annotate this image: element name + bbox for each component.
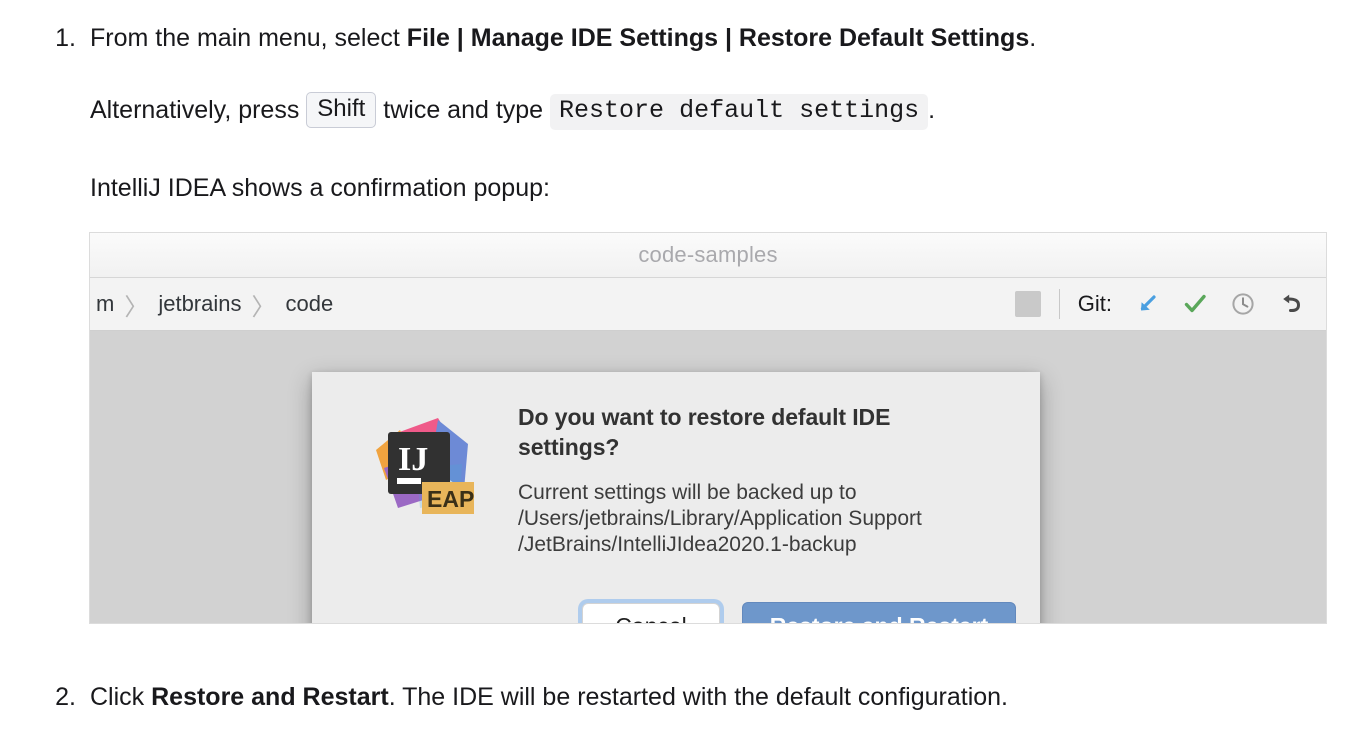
list-item: 1. From the main menu, select File | Man… <box>40 20 1036 56</box>
ide-title-bar: code-samples <box>90 233 1326 278</box>
dialog-description-line-2: /JetBrains/IntelliJIdea2020.1-backup <box>518 533 857 556</box>
alternative-paragraph: Alternatively, press Shift twice and typ… <box>90 92 935 130</box>
dialog-heading: Do you want to restore default IDE setti… <box>518 404 891 460</box>
breadcrumb-item-2[interactable]: code <box>283 291 335 317</box>
list-item-number: 2. <box>55 683 76 711</box>
dialog-text-block: Do you want to restore default IDE setti… <box>518 402 1016 558</box>
svg-text:IJ: IJ <box>398 441 428 478</box>
alternative-prefix: Alternatively, press <box>90 96 307 124</box>
restore-and-restart-button[interactable]: Restore and Restart <box>742 602 1016 623</box>
step2-text-after: . The IDE will be restarted with the def… <box>388 683 1008 711</box>
restore-and-restart-label: Restore and Restart <box>151 683 389 711</box>
intellij-idea-eap-logo-icon: IJ EAP <box>364 408 480 524</box>
dialog-description-line-0: Current settings will be backed up to <box>518 481 857 504</box>
ide-navigation-bar: m 〉 jetbrains 〉 code Git: <box>90 278 1326 331</box>
list-item-text: Click Restore and Restart. The IDE will … <box>90 679 1008 715</box>
history-icon[interactable] <box>1226 287 1260 321</box>
list-item: 2. Click Restore and Restart. The IDE wi… <box>40 679 1008 715</box>
dialog-button-row: Cancel Restore and Restart <box>582 602 1016 623</box>
window-title: code-samples <box>638 242 778 267</box>
ide-editor-area: IJ EAP Do you want to restore default ID… <box>90 331 1326 623</box>
commit-icon[interactable] <box>1178 287 1212 321</box>
toolbar-button-partial[interactable] <box>1014 291 1041 317</box>
rollback-icon[interactable] <box>1274 287 1308 321</box>
list-item-text: From the main menu, select File | Manage… <box>90 20 1036 56</box>
restore-settings-dialog: IJ EAP Do you want to restore default ID… <box>312 372 1040 623</box>
menu-path: File | Manage IDE Settings | Restore Def… <box>406 24 1030 52</box>
chevron-right-icon: 〉 <box>251 293 276 321</box>
breadcrumb: m 〉 jetbrains 〉 code <box>94 287 335 322</box>
ide-screenshot: code-samples m 〉 jetbrains 〉 code Git: I… <box>89 232 1327 624</box>
chevron-right-icon: 〉 <box>124 293 149 321</box>
step1-text-after: . <box>1029 24 1037 52</box>
svg-text:EAP: EAP <box>427 486 474 512</box>
breadcrumb-item-1[interactable]: jetbrains <box>156 291 243 317</box>
dialog-description-line-1: /Users/jetbrains/Library/Application Sup… <box>518 507 922 530</box>
git-toolbar: Git: <box>1014 287 1326 321</box>
step1-text-before: From the main menu, select <box>90 24 407 52</box>
list-item-number: 1. <box>55 24 76 52</box>
screenshot-caption: IntelliJ IDEA shows a confirmation popup… <box>90 174 550 202</box>
breadcrumb-item-0[interactable]: m <box>94 291 116 317</box>
cancel-button[interactable]: Cancel <box>582 603 720 623</box>
step2-text-before: Click <box>90 683 152 711</box>
alternative-middle: twice and type <box>376 96 551 124</box>
document-body: 1. From the main menu, select File | Man… <box>0 0 1358 744</box>
update-project-icon[interactable] <box>1130 287 1164 321</box>
dialog-description: Current settings will be backed up to /U… <box>518 480 1016 558</box>
shift-key-badge: Shift <box>306 92 377 128</box>
toolbar-divider <box>1058 289 1060 319</box>
alternative-suffix: . <box>928 96 936 124</box>
restore-default-settings-command: Restore default settings <box>550 94 929 130</box>
git-label: Git: <box>1077 291 1112 316</box>
